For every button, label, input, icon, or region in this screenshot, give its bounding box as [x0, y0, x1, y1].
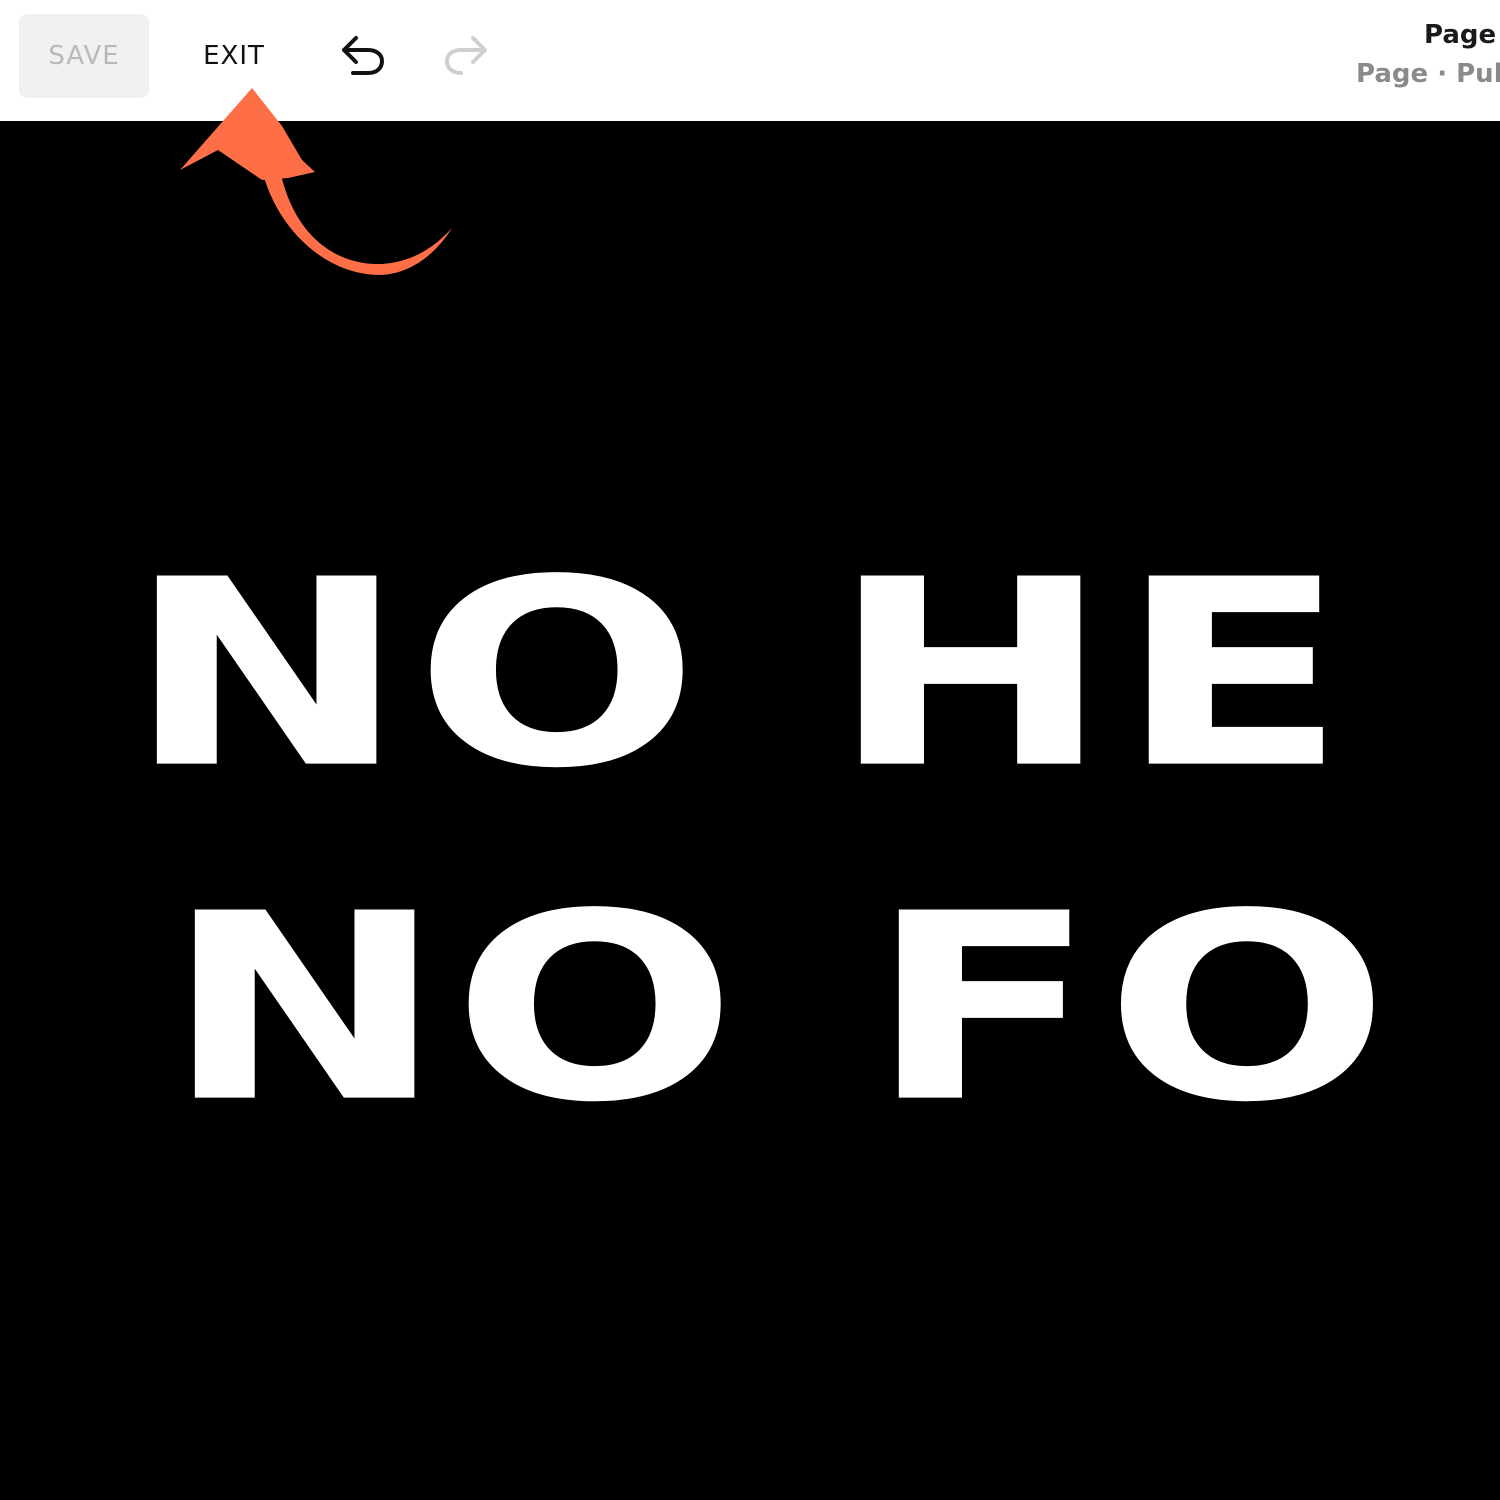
hero-heading-line-2[interactable]: NO FO	[164, 880, 1397, 1138]
redo-button[interactable]	[441, 30, 493, 82]
undo-button[interactable]	[336, 30, 388, 82]
save-button[interactable]: SAVE	[19, 14, 149, 98]
redo-arrow-icon	[445, 36, 487, 75]
curved-arrow-icon	[180, 88, 452, 275]
page-title: Page	[1424, 20, 1497, 50]
hero-heading-line-1[interactable]: NO HE	[126, 546, 1354, 804]
page-subtitle: Page · Pub	[1356, 59, 1500, 89]
editor-page: SAVE EXIT Page Page · Pub NO HE NO FO	[0, 0, 1500, 1500]
undo-arrow-icon	[342, 36, 384, 75]
hero-canvas[interactable]: NO HE NO FO	[0, 121, 1500, 1500]
